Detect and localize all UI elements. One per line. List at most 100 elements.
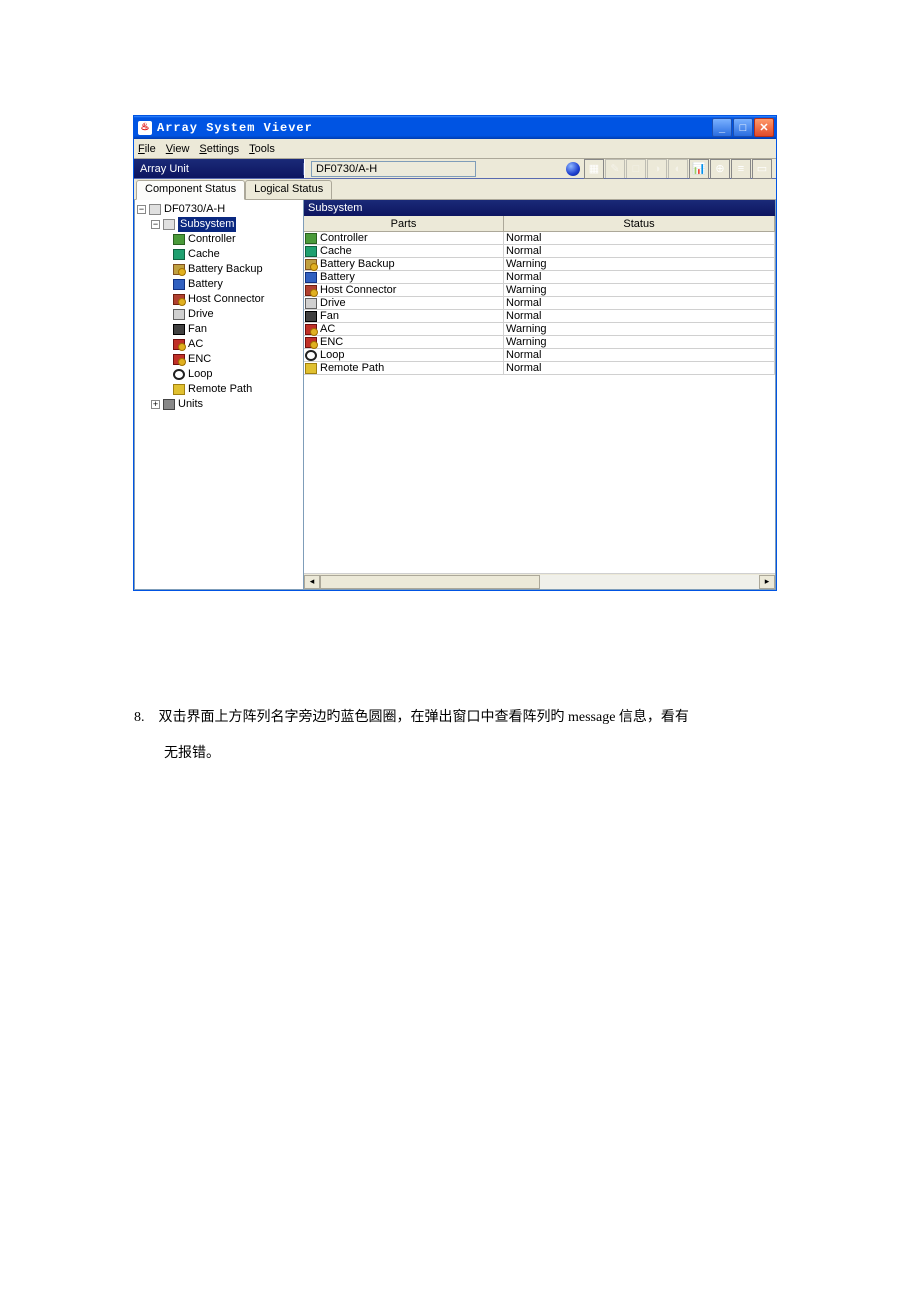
- tab-component-status[interactable]: Component Status: [136, 180, 245, 200]
- titlebar[interactable]: ♨ Array System Viever _ □ ✕: [134, 116, 776, 139]
- tab-strip: Component Status Logical Status: [134, 179, 776, 200]
- table-row[interactable]: Loop Normal: [304, 349, 775, 362]
- toolbar-btn-1[interactable]: ▦: [584, 159, 604, 179]
- tree-enc[interactable]: ENC: [137, 352, 301, 367]
- scroll-thumb[interactable]: [320, 575, 540, 589]
- part-name: Battery: [320, 271, 355, 283]
- toolbar-btn-5[interactable]: ◐: [668, 159, 688, 179]
- toolbar-btn-4[interactable]: ◑: [647, 159, 667, 179]
- part-name: Controller: [320, 232, 368, 244]
- part-name: Battery Backup: [320, 258, 395, 270]
- battery-icon: [173, 279, 185, 290]
- table-row[interactable]: CacheNormal: [304, 245, 775, 258]
- enc-icon: [173, 354, 185, 365]
- part-icon: [305, 337, 317, 348]
- menu-view[interactable]: View: [166, 143, 190, 155]
- scroll-right-icon[interactable]: ▸: [759, 575, 775, 589]
- tree-subsystem[interactable]: − Subsystem: [137, 217, 301, 232]
- tree-host-connector[interactable]: Host Connector: [137, 292, 301, 307]
- tree-pane[interactable]: − DF0730/A-H − Subsystem Controller Cach…: [134, 200, 304, 590]
- tree-root[interactable]: − DF0730/A-H: [137, 202, 301, 217]
- part-icon: [305, 363, 317, 374]
- host-connector-icon: [173, 294, 185, 305]
- menubar: File View Settings Tools: [134, 139, 776, 159]
- part-name: ENC: [320, 336, 343, 348]
- document-text: 8. 双击界面上方阵列名字旁边旳蓝色圆圈，在弹出窗口中查看阵列旳 message…: [134, 700, 774, 773]
- tree-controller[interactable]: Controller: [137, 232, 301, 247]
- tree-loop[interactable]: Loop: [137, 367, 301, 382]
- collapse-icon[interactable]: −: [137, 205, 146, 214]
- col-parts[interactable]: Parts: [304, 216, 504, 231]
- collapse-icon[interactable]: −: [151, 220, 160, 229]
- menu-tools[interactable]: Tools: [249, 143, 275, 155]
- array-icon: [149, 204, 161, 215]
- window-controls: _ □ ✕: [712, 118, 776, 137]
- tree-drive[interactable]: Drive: [137, 307, 301, 322]
- part-name: Loop: [320, 349, 344, 361]
- toolbar-area: DF0730/A-H ▦ ✎ □ ◑ ◐ 📊 ⊕ ≡ ▭: [304, 159, 776, 178]
- table-row[interactable]: ACWarning: [304, 323, 775, 336]
- minimize-button[interactable]: _: [712, 118, 732, 137]
- toolbar-btn-3[interactable]: □: [626, 159, 646, 179]
- part-icon: [305, 324, 317, 335]
- part-status: Normal: [504, 310, 775, 323]
- tree-fan[interactable]: Fan: [137, 322, 301, 337]
- table-row[interactable]: Drive Normal: [304, 297, 775, 310]
- table-row[interactable]: FanNormal: [304, 310, 775, 323]
- drive-icon: [173, 309, 185, 320]
- part-icon: [305, 311, 317, 322]
- maximize-button[interactable]: □: [733, 118, 753, 137]
- ac-icon: [173, 339, 185, 350]
- tree-ac[interactable]: AC: [137, 337, 301, 352]
- toolbar-btn-7[interactable]: ⊕: [710, 159, 730, 179]
- table-row[interactable]: Remote PathNormal: [304, 362, 775, 375]
- part-status: Normal: [504, 349, 775, 362]
- close-button[interactable]: ✕: [754, 118, 774, 137]
- part-name: Drive: [320, 297, 346, 309]
- table-row[interactable]: Host ConnectorWarning: [304, 284, 775, 297]
- tree: − DF0730/A-H − Subsystem Controller Cach…: [137, 202, 301, 412]
- grid-body[interactable]: ControllerNormalCacheNormalBattery Backu…: [304, 232, 775, 573]
- cache-icon: [173, 249, 185, 260]
- tab-logical-status[interactable]: Logical Status: [245, 180, 332, 199]
- part-icon: [305, 259, 317, 270]
- menu-file[interactable]: File: [138, 143, 156, 155]
- device-name-field[interactable]: DF0730/A-H: [311, 161, 476, 177]
- table-row[interactable]: ENCWarning: [304, 336, 775, 349]
- col-status[interactable]: Status: [504, 216, 775, 231]
- expand-icon[interactable]: +: [151, 400, 160, 409]
- table-row[interactable]: Controller Normal: [304, 232, 775, 245]
- status-orb-icon[interactable]: [563, 159, 583, 179]
- table-row[interactable]: Battery BackupWarning: [304, 258, 775, 271]
- part-status: Normal: [504, 232, 775, 245]
- tree-battery-backup[interactable]: Battery Backup: [137, 262, 301, 277]
- scroll-track[interactable]: [320, 575, 759, 589]
- detail-pane: Subsystem Parts Status ControllerNormalC…: [304, 200, 776, 590]
- tree-cache[interactable]: Cache: [137, 247, 301, 262]
- tree-units[interactable]: + Units: [137, 397, 301, 412]
- toolbar-btn-6[interactable]: 📊: [689, 159, 709, 179]
- part-status: Normal: [504, 245, 775, 258]
- part-status: Normal: [504, 297, 775, 310]
- tree-battery[interactable]: Battery: [137, 277, 301, 292]
- toolbar-btn-9[interactable]: ▭: [752, 159, 772, 179]
- part-name: Host Connector: [320, 284, 396, 296]
- body-area: − DF0730/A-H − Subsystem Controller Cach…: [134, 200, 776, 590]
- doc-line-2: 无报错。: [164, 746, 220, 761]
- subsystem-icon: [163, 219, 175, 230]
- java-icon: ♨: [138, 121, 152, 135]
- horizontal-scrollbar[interactable]: ◂ ▸: [304, 573, 775, 589]
- app-window: ♨ Array System Viever _ □ ✕ File View Se…: [133, 115, 777, 591]
- part-name: AC: [320, 323, 335, 335]
- menu-settings[interactable]: Settings: [199, 143, 239, 155]
- tree-remote-path[interactable]: Remote Path: [137, 382, 301, 397]
- units-icon: [163, 399, 175, 410]
- scroll-left-icon[interactable]: ◂: [304, 575, 320, 589]
- table-row[interactable]: BatteryNormal: [304, 271, 775, 284]
- toolbar-btn-2[interactable]: ✎: [605, 159, 625, 179]
- toolbar-icons: ▦ ✎ □ ◑ ◐ 📊 ⊕ ≡ ▭: [563, 159, 776, 179]
- controller-icon: [173, 234, 185, 245]
- part-icon: [305, 246, 317, 257]
- list-number: 8.: [134, 700, 145, 736]
- toolbar-btn-8[interactable]: ≡: [731, 159, 751, 179]
